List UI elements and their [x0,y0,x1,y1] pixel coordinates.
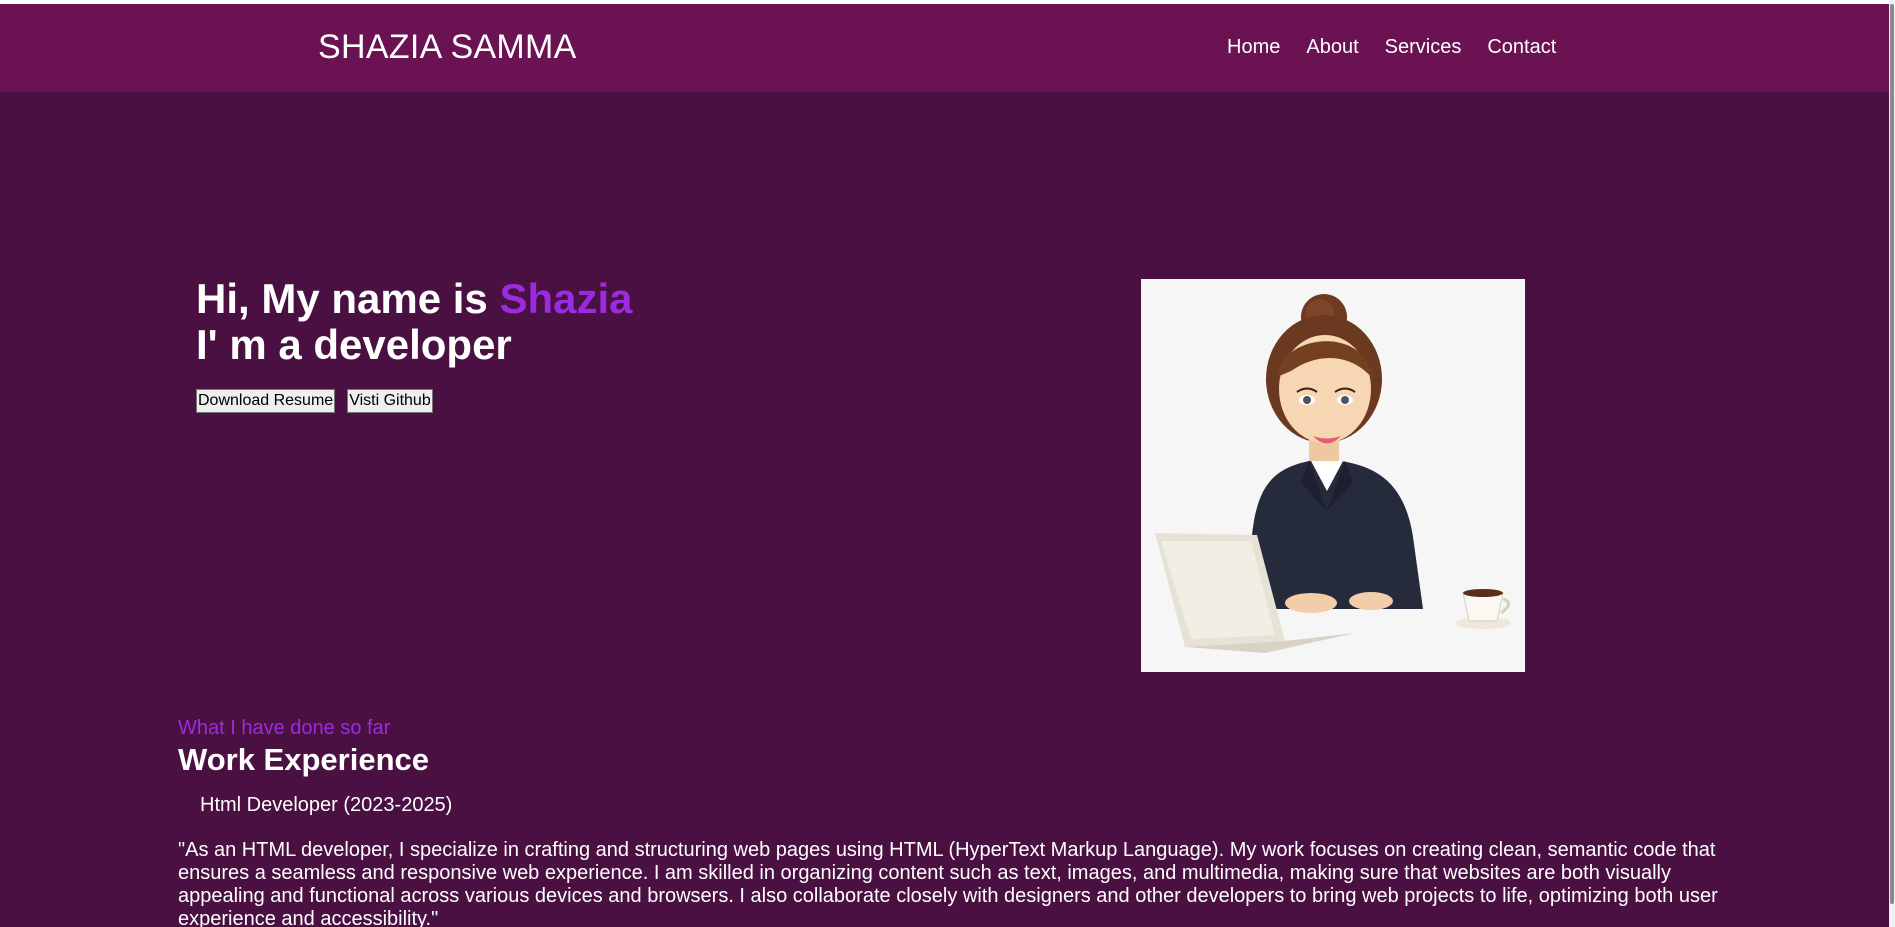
page-viewport: SHAZIA SAMMA Home About Services Contact… [0,4,1889,927]
page-scrollbar-thumb[interactable] [1890,4,1894,904]
greeting-name: Shazia [499,275,633,322]
top-navbar: SHAZIA SAMMA Home About Services Contact [0,4,1889,92]
hero-heading: Hi, My name is Shazia I' m a developer [196,276,633,368]
section-title: Work Experience [178,742,429,777]
nav-link-home[interactable]: Home [1227,36,1280,59]
profile-illustration [1141,279,1525,672]
hero-buttons: Download Resume Visti Github [196,389,433,413]
main-nav: Home About Services Contact [1227,36,1556,59]
download-resume-button[interactable]: Download Resume [196,389,336,413]
nav-link-services[interactable]: Services [1385,36,1462,59]
visit-github-button[interactable]: Visti Github [347,389,433,413]
site-brand[interactable]: SHAZIA SAMMA [318,28,577,67]
section-subtitle: What I have done so far [178,717,391,739]
role-line: I' m a developer [196,321,512,368]
job-title: Html Developer (2023-2025) [200,794,453,816]
nav-link-contact[interactable]: Contact [1487,36,1556,59]
woman-laptop-illustration [1141,279,1525,672]
nav-link-about[interactable]: About [1306,36,1358,59]
greeting-prefix: Hi, My name is [196,275,500,322]
job-description: "As an HTML developer, I specialize in c… [178,839,1718,927]
